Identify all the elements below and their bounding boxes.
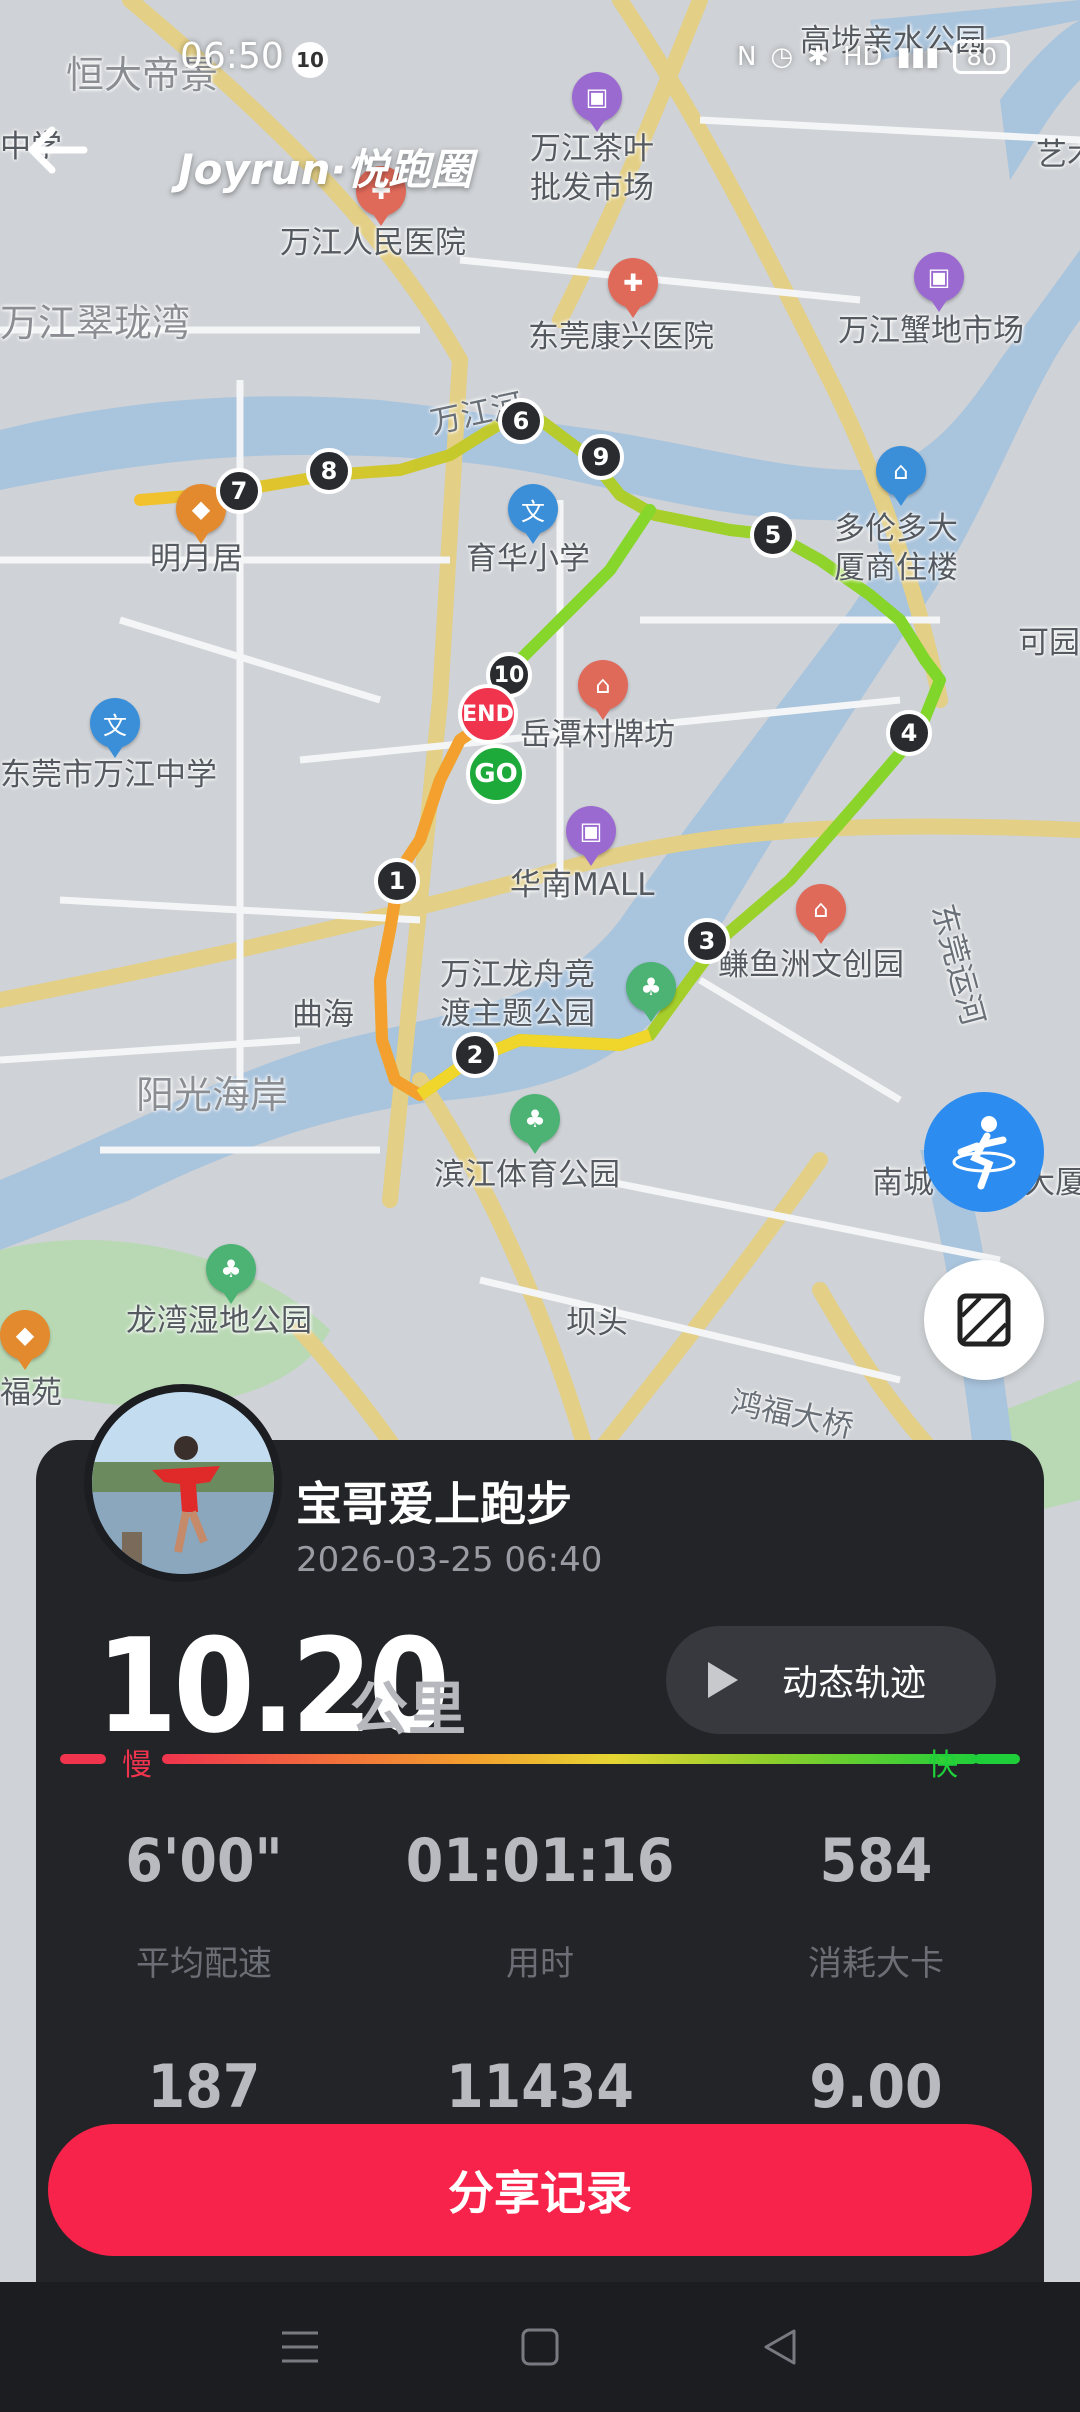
map-label: 岳潭村牌坊 — [520, 717, 675, 753]
share-record-button[interactable]: 分享记录 — [48, 2124, 1032, 2256]
map-label: 曲海 — [292, 997, 354, 1033]
map-label: 万江翠珑湾 — [0, 301, 191, 345]
home-nav-button[interactable] — [510, 2317, 570, 2377]
restaurant-pin-icon[interactable]: ◆ — [0, 1310, 50, 1370]
menu-nav-button[interactable] — [270, 2317, 330, 2377]
map-label: 万江龙舟竞 渡主题公园 — [440, 957, 595, 1032]
km-marker[interactable]: 1 — [374, 858, 420, 904]
back-nav-button[interactable] — [750, 2317, 810, 2377]
hd-label: HD — [842, 42, 883, 72]
shop-pin-icon[interactable]: ▣ — [566, 806, 616, 866]
map-label: 坝头 — [566, 1305, 628, 1341]
km-marker[interactable]: 4 — [886, 710, 932, 756]
nfc-icon: N — [737, 42, 757, 72]
map-label: 龙湾湿地公园 — [126, 1303, 312, 1339]
map-label: 滨江体育公园 — [434, 1157, 620, 1193]
route-replay-button[interactable]: 动态轨迹 — [666, 1626, 996, 1734]
calories-label: 消耗大卡 — [808, 1944, 944, 1984]
route-replay-label: 动态轨迹 — [782, 1663, 927, 1704]
status-icons: N ◷ ✱ HD ▮▮▮ 80 — [737, 40, 1010, 74]
back-triangle-icon — [764, 2329, 796, 2365]
calories-value: 584 — [819, 1826, 933, 1896]
brand-logo: Joyrun·悦跑圈 — [178, 145, 473, 194]
status-time: 06:50 — [180, 36, 284, 77]
map-label: 万江人民医院 — [280, 225, 466, 261]
map-label: 万江蟹地市场 — [838, 313, 1024, 349]
notification-badge: 10 — [292, 42, 328, 78]
signal-icon: ▮▮▮ — [896, 42, 940, 72]
school-pin-icon[interactable]: 文 — [90, 698, 140, 758]
alarm-icon: ◷ — [770, 42, 794, 72]
end-flag: END — [458, 684, 518, 744]
avg-pace-label: 平均配速 — [136, 1944, 272, 1984]
duration-value: 01:01:16 — [405, 1826, 675, 1896]
map-label: 可园 — [1018, 625, 1080, 661]
stride-value: 9.00 — [809, 2052, 943, 2122]
map-label: 东莞康兴医院 — [528, 319, 714, 355]
map-label: 东莞市万江中学 — [0, 757, 217, 793]
run-datetime: 2026-03-25 06:40 — [296, 1540, 603, 1580]
pace-slow-label: 慢 — [122, 1748, 152, 1783]
km-marker[interactable]: 6 — [498, 398, 544, 444]
pace-legend-bar — [60, 1754, 1020, 1766]
back-button[interactable] — [22, 120, 102, 200]
system-nav-bar — [0, 2282, 1080, 2412]
park-pin-icon[interactable]: ♣ — [626, 962, 676, 1022]
shop-pin-icon[interactable]: ▣ — [914, 252, 964, 312]
map-label: 福苑 — [0, 1375, 62, 1411]
bluetooth-icon: ✱ — [807, 42, 829, 72]
home-square-icon — [521, 2328, 559, 2366]
building-pin-icon[interactable]: ⌂ — [876, 446, 926, 506]
km-marker[interactable]: 7 — [216, 468, 262, 514]
map-label: 艺术 — [1036, 137, 1080, 173]
arrow-left-icon — [28, 126, 88, 174]
pace-fast-label: 快 — [928, 1748, 958, 1783]
avg-pace-value: 6'00" — [125, 1826, 283, 1896]
start-flag: GO — [466, 744, 526, 804]
map-label: 明月居 — [150, 541, 243, 577]
layers-icon — [957, 1293, 1011, 1347]
duration-label: 用时 — [506, 1944, 574, 1984]
km-marker[interactable]: 8 — [306, 448, 352, 494]
cadence-value: 187 — [147, 2052, 261, 2122]
distance-unit: 公里 — [350, 1675, 467, 1743]
hospital-pin-icon[interactable]: ✚ — [608, 258, 658, 318]
steps-value: 11434 — [446, 2052, 634, 2122]
park-pin-icon[interactable]: ♣ — [206, 1244, 256, 1304]
map-label: 南城 — [872, 1165, 934, 1201]
landmark-pin-icon[interactable]: ⌂ — [578, 660, 628, 720]
play-icon — [708, 1662, 738, 1698]
battery-icon: 80 — [953, 40, 1010, 74]
map-label: 育华小学 — [466, 541, 590, 577]
map-label: 华南MALL — [510, 867, 655, 903]
avatar[interactable] — [84, 1384, 282, 1582]
map-label: 多伦多大 厦商住楼 — [834, 511, 958, 586]
km-marker[interactable]: 9 — [578, 434, 624, 480]
menu-icon — [282, 2331, 318, 2363]
avatar-photo — [92, 1392, 274, 1574]
map-label: 万江茶叶 批发市场 — [530, 131, 654, 206]
shop-pin-icon[interactable]: ▣ — [572, 72, 622, 132]
runner-icon — [952, 1116, 1016, 1190]
runner-mode-button[interactable] — [924, 1092, 1044, 1212]
km-marker[interactable]: 3 — [684, 918, 730, 964]
km-marker[interactable]: 2 — [452, 1032, 498, 1078]
map-label: 阳光海岸 — [136, 1073, 289, 1117]
map-label: 鳒鱼洲文创园 — [718, 947, 904, 983]
map-layers-button[interactable] — [924, 1260, 1044, 1380]
user-name: 宝哥爱上跑步 — [296, 1477, 572, 1531]
park-pin-icon[interactable]: ♣ — [510, 1094, 560, 1154]
km-marker[interactable]: 5 — [750, 512, 796, 558]
school-pin-icon[interactable]: 文 — [508, 484, 558, 544]
landmark-pin-icon[interactable]: ⌂ — [796, 884, 846, 944]
